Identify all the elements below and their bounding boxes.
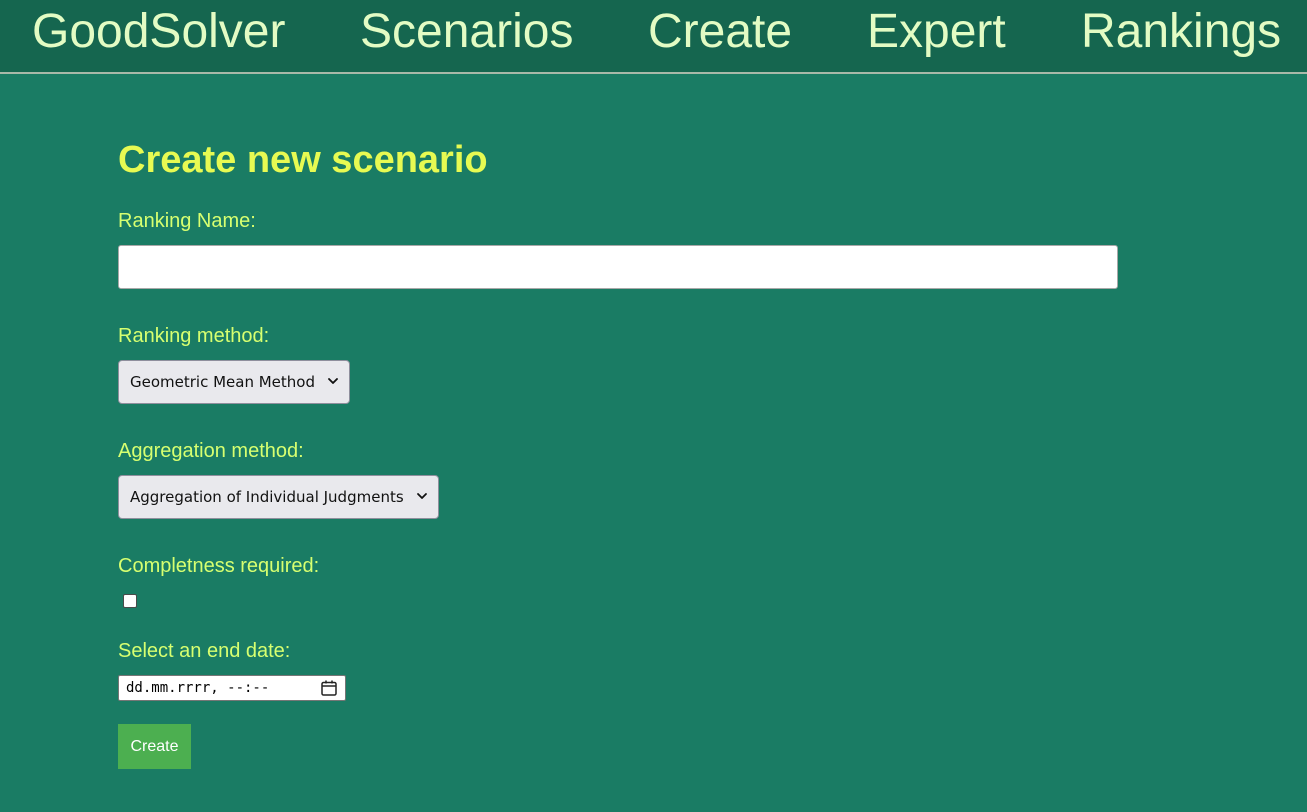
aggregation-method-select[interactable]: Aggregation of Individual Judgments (118, 475, 439, 519)
chevron-down-icon (416, 493, 427, 499)
aggregation-method-selected-value: Aggregation of Individual Judgments (130, 488, 404, 506)
ranking-name-input[interactable] (118, 245, 1118, 289)
end-date-input[interactable]: dd.mm.rrrr, --:-- (118, 675, 346, 701)
nav-item-expert[interactable]: Expert (867, 6, 1006, 58)
aggregation-method-label: Aggregation method: (118, 440, 304, 462)
ranking-method-selected-value: Geometric Mean Method (130, 373, 315, 391)
ranking-method-label: Ranking method: (118, 325, 270, 347)
end-date-label: Select an end date: (118, 640, 291, 662)
end-date-placeholder: dd.mm.rrrr, --:-- (126, 680, 270, 696)
top-navigation: GoodSolver Scenarios Create Expert Ranki… (0, 0, 1307, 74)
nav-item-rankings[interactable]: Rankings (1081, 6, 1281, 58)
nav-item-create[interactable]: Create (648, 6, 792, 58)
ranking-method-select[interactable]: Geometric Mean Method (118, 360, 350, 404)
completeness-label: Completness required: (118, 555, 320, 577)
nav-item-scenarios[interactable]: Scenarios (360, 6, 573, 58)
page-title: Create new scenario (118, 139, 488, 181)
create-button[interactable]: Create (118, 724, 191, 769)
chevron-down-icon (328, 378, 338, 384)
calendar-icon[interactable] (320, 679, 338, 697)
brand-link[interactable]: GoodSolver (32, 6, 285, 58)
ranking-name-label: Ranking Name: (118, 210, 256, 232)
completeness-checkbox[interactable] (123, 594, 137, 608)
